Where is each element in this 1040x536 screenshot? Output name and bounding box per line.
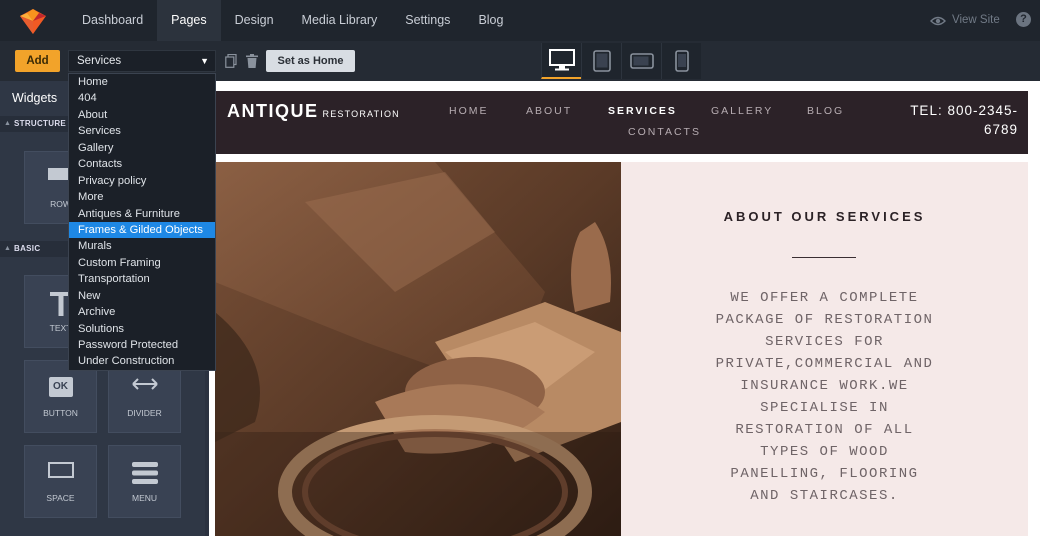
nav-media-library[interactable]: Media Library (288, 0, 392, 41)
nav-blog[interactable]: Blog (464, 0, 517, 41)
site-header: ANTIQUE RESTORATION HOME ABOUT SERVICES G… (215, 91, 1028, 154)
site-phone: TEL: 800-2345-6789 (910, 103, 1018, 137)
view-site-label: View Site (952, 14, 1000, 26)
page-option[interactable]: Home (69, 74, 215, 90)
widgets-title: Widgets (12, 91, 58, 105)
site-nav-services[interactable]: SERVICES (608, 105, 677, 117)
page-option[interactable]: More (69, 189, 215, 205)
help-icon[interactable]: ? (1016, 12, 1031, 27)
main-nav: Dashboard Pages Design Media Library Set… (68, 0, 517, 41)
site-nav-contacts[interactable]: CONTACTS (628, 126, 701, 138)
chevron-down-icon: ▼ (200, 56, 209, 66)
section-basic-label: BASIC (14, 244, 41, 253)
trash-icon[interactable] (246, 54, 258, 68)
brand-sub: RESTORATION (322, 109, 400, 119)
menu-icon (131, 462, 158, 484)
site-nav-gallery[interactable]: GALLERY (711, 105, 773, 117)
woodworking-image (215, 162, 621, 536)
page-option[interactable]: Solutions (69, 321, 215, 337)
page-option[interactable]: Murals (69, 238, 215, 254)
section-structure-label: STRUCTURE (14, 119, 67, 128)
about-title: ABOUT OUR SERVICES (723, 209, 926, 224)
page-option[interactable]: 404 (69, 90, 215, 106)
about-divider (792, 257, 856, 258)
space-icon (47, 462, 74, 478)
nav-pages[interactable]: Pages (157, 0, 221, 41)
widget-button-label: BUTTON (43, 408, 78, 418)
page-dropdown-list: Home 404 About Services Gallery Contacts Priva… (68, 73, 216, 371)
site-brand[interactable]: ANTIQUE RESTORATION (227, 101, 400, 122)
collapse-icon: ▲ (4, 120, 12, 127)
tablet-landscape-view-button[interactable] (621, 43, 661, 79)
brand-name: ANTIQUE (227, 101, 319, 121)
set-as-home-button[interactable]: Set as Home (266, 50, 355, 72)
page-option[interactable]: Custom Framing (69, 255, 215, 271)
tablet-view-button[interactable] (581, 43, 621, 79)
widget-menu-label: MENU (131, 493, 158, 503)
page-option[interactable]: Services (69, 123, 215, 139)
nav-dashboard[interactable]: Dashboard (68, 0, 157, 41)
widget-space-label: SPACE (46, 493, 75, 503)
nav-settings[interactable]: Settings (391, 0, 464, 41)
view-site-link[interactable]: View Site (930, 0, 1000, 41)
page-option[interactable]: Archive (69, 304, 215, 320)
tablet-icon (592, 50, 611, 72)
eye-icon (930, 16, 946, 25)
top-bar: Dashboard Pages Design Media Library Set… (0, 0, 1040, 41)
desktop-view-button[interactable] (541, 43, 581, 79)
site-nav-about[interactable]: ABOUT (526, 105, 572, 117)
page-option[interactable]: About (69, 107, 215, 123)
about-text: WE OFFER A COMPLETE PACKAGE OF RESTORATI… (715, 290, 934, 504)
craftsman-photo (215, 162, 621, 536)
nav-design[interactable]: Design (221, 0, 288, 41)
copy-page-icon[interactable] (225, 54, 237, 68)
page-option[interactable]: Gallery (69, 140, 215, 156)
about-services-section: ABOUT OUR SERVICES WE OFFER A COMPLETE P… (621, 162, 1028, 536)
tablet-landscape-icon (629, 53, 654, 69)
widget-divider-label: DIVIDER (127, 408, 162, 418)
device-switcher (541, 43, 701, 81)
desktop-icon (548, 49, 575, 71)
page-option[interactable]: New (69, 288, 215, 304)
mobile-view-button[interactable] (661, 43, 701, 79)
app-logo-icon[interactable] (18, 7, 48, 35)
collapse-icon: ▲ (4, 245, 12, 252)
site-nav-home[interactable]: HOME (449, 105, 489, 117)
widget-space[interactable]: SPACE (24, 445, 97, 518)
selected-page-value: Services (77, 55, 122, 67)
add-page-button[interactable]: Add (15, 50, 60, 72)
page-preview: ANTIQUE RESTORATION HOME ABOUT SERVICES G… (209, 81, 1040, 536)
page-option[interactable]: Password Protected (69, 337, 215, 353)
page-option[interactable]: Privacy policy (69, 173, 215, 189)
widget-menu[interactable]: MENU (108, 445, 181, 518)
divider-icon (131, 378, 158, 390)
page-option[interactable]: Under Construction (69, 353, 215, 369)
page-option[interactable]: Frames & Gilded Objects (69, 221, 215, 239)
page-option[interactable]: Contacts (69, 156, 215, 172)
site-nav-blog[interactable]: BLOG (807, 105, 844, 117)
button-icon: OK (48, 377, 73, 397)
page-option[interactable]: Transportation (69, 271, 215, 287)
page-option[interactable]: Antiques & Furniture (69, 206, 215, 222)
page-select[interactable]: Services ▼ (68, 50, 216, 72)
mobile-icon (674, 50, 689, 72)
